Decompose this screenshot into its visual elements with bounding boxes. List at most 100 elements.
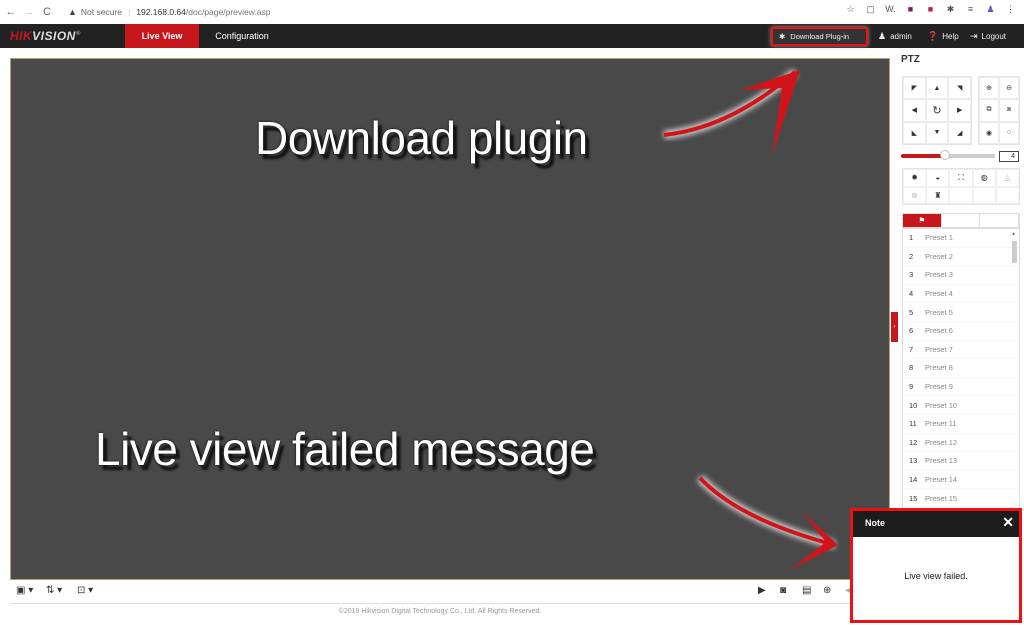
empty-slot bbox=[949, 186, 973, 204]
tab-patrol[interactable] bbox=[942, 214, 981, 227]
panel-collapse-handle[interactable]: › bbox=[891, 312, 898, 342]
pan-up-right-button[interactable]: ◥ bbox=[948, 77, 971, 100]
preset-number: 7 bbox=[909, 344, 914, 354]
ptz-tabs: ⚑ bbox=[902, 213, 1020, 228]
live-view-toolbar: ▣ ▾ ⇅ ▾ ⊡ ▾ ▶ ◙ ▤ ⊕ ◂ bbox=[10, 582, 890, 604]
preset-number: 1 bbox=[909, 233, 914, 243]
preset-item[interactable]: 3 Preset 3 bbox=[903, 266, 1019, 285]
preset-number: 12 bbox=[909, 437, 918, 447]
preset-label: Preset 12 bbox=[925, 437, 958, 447]
wiper-icon[interactable]: ◒ bbox=[926, 169, 950, 187]
note-title: Note bbox=[865, 518, 885, 528]
note-dialog: Note ✕ Live view failed. bbox=[850, 508, 1022, 623]
record-icon[interactable]: ▤ bbox=[802, 585, 811, 596]
preset-item[interactable]: 7 Preset 7 bbox=[903, 341, 1019, 360]
preset-item[interactable]: 13 Preset 13 bbox=[903, 452, 1019, 471]
preset-item[interactable]: 1 Preset 1 bbox=[903, 229, 1019, 248]
preset-number: 6 bbox=[909, 326, 914, 336]
stream-type-button[interactable]: ⇅ ▾ bbox=[46, 585, 62, 596]
preset-number: 5 bbox=[909, 307, 914, 317]
preset-number: 10 bbox=[909, 400, 918, 410]
preset-item[interactable]: 10 Preset 10 bbox=[903, 396, 1019, 415]
preset-number: 3 bbox=[909, 270, 914, 280]
focus-near-button[interactable]: ⧉ bbox=[979, 99, 999, 122]
preset-item[interactable]: 6 Preset 6 bbox=[903, 322, 1019, 341]
ptz-direction-pad: ◤ ▲ ◥ ◀ ↻ ▶ ◣ ▼ ◢ bbox=[902, 76, 972, 145]
preset-item[interactable]: 12 Preset 12 bbox=[903, 434, 1019, 453]
preset-number: 8 bbox=[909, 363, 914, 373]
preset-item[interactable]: 8 Preset 8 bbox=[903, 359, 1019, 378]
pan-down-right-button[interactable]: ◢ bbox=[948, 121, 971, 144]
preset-label: Preset 11 bbox=[925, 419, 957, 429]
preset-label: Preset 10 bbox=[925, 400, 958, 410]
play-button[interactable]: ▶ bbox=[758, 585, 766, 596]
preset-label: Preset 1 bbox=[925, 233, 953, 243]
preset-item[interactable]: 5 Preset 5 bbox=[903, 303, 1019, 322]
auto-pan-button[interactable]: ↻ bbox=[925, 99, 949, 122]
scrollbar-thumb[interactable] bbox=[1012, 241, 1017, 263]
close-icon[interactable]: ✕ bbox=[1002, 514, 1014, 531]
preset-label: Preset 13 bbox=[925, 456, 958, 466]
plugin-type-button[interactable]: ⊡ ▾ bbox=[77, 585, 93, 596]
preset-item[interactable]: 9 Preset 9 bbox=[903, 378, 1019, 397]
preset-item[interactable]: 2 Preset 2 bbox=[903, 248, 1019, 267]
preset-label: Preset 15 bbox=[925, 493, 958, 503]
park-icon[interactable]: ♜ bbox=[926, 186, 950, 204]
digital-zoom-icon[interactable]: ⊕ bbox=[823, 585, 831, 596]
preset-item[interactable]: 14 Preset 14 bbox=[903, 471, 1019, 490]
note-header: Note ✕ bbox=[853, 511, 1019, 537]
preset-number: 13 bbox=[909, 456, 918, 466]
manual-tracking-icon[interactable]: ⊗ bbox=[903, 186, 927, 204]
light-icon[interactable]: ✹ bbox=[903, 169, 927, 187]
iris-close-button[interactable]: ○ bbox=[999, 121, 1019, 144]
pan-right-button[interactable]: ▶ bbox=[948, 99, 971, 122]
ptz-speed-slider[interactable] bbox=[901, 150, 995, 160]
preset-label: Preset 7 bbox=[925, 344, 953, 354]
focus-far-button[interactable]: ⧈ bbox=[999, 99, 1019, 122]
tab-pattern[interactable] bbox=[980, 214, 1020, 227]
preset-label: Preset 8 bbox=[925, 363, 953, 373]
ptz-function-buttons: ✹ ◒ ⛶ ◍ ◬ ⊗ ♜ bbox=[902, 168, 1020, 205]
3d-zoom-icon[interactable]: ◬ bbox=[995, 169, 1019, 187]
pan-down-left-button[interactable]: ◣ bbox=[903, 121, 926, 144]
preset-item[interactable]: 4 Preset 4 bbox=[903, 285, 1019, 304]
preset-label: Preset 9 bbox=[925, 382, 953, 392]
empty-slot bbox=[995, 186, 1019, 204]
arrow-shaft-bottom bbox=[698, 476, 836, 547]
preset-number: 4 bbox=[909, 289, 914, 299]
ptz-speed-value: 4 bbox=[999, 151, 1019, 162]
preset-number: 11 bbox=[909, 419, 917, 429]
window-layout-button[interactable]: ▣ ▾ bbox=[16, 585, 33, 596]
preset-item[interactable]: 11 Preset 11 bbox=[903, 415, 1019, 434]
iris-open-button[interactable]: ◉ bbox=[979, 121, 999, 144]
zoom-in-button[interactable]: ⊕ bbox=[979, 77, 999, 100]
copyright-footer: ©2019 Hikvision Digital Technology Co., … bbox=[338, 608, 542, 615]
ptz-title: PTZ bbox=[901, 54, 920, 65]
pan-down-button[interactable]: ▼ bbox=[925, 121, 949, 144]
pan-up-button[interactable]: ▲ bbox=[925, 77, 949, 100]
auxiliary-focus-icon[interactable]: ⛶ bbox=[949, 169, 973, 187]
preset-label: Preset 6 bbox=[925, 326, 953, 336]
ptz-lens-controls: ⊕ ⊖ ⧉ ⧈ ◉ ○ bbox=[978, 76, 1020, 145]
preset-number: 9 bbox=[909, 382, 914, 392]
preset-number: 15 bbox=[909, 493, 918, 503]
tab-presets[interactable]: ⚑ bbox=[903, 214, 942, 227]
preset-label: Preset 4 bbox=[925, 289, 953, 299]
preset-number: 2 bbox=[909, 251, 914, 261]
pan-left-button[interactable]: ◀ bbox=[903, 99, 926, 122]
preset-label: Preset 14 bbox=[925, 475, 958, 485]
arrow-head bbox=[740, 70, 800, 155]
note-message: Live view failed. bbox=[904, 571, 968, 581]
preset-label: Preset 3 bbox=[925, 270, 953, 280]
lens-init-icon[interactable]: ◍ bbox=[972, 169, 996, 187]
preset-number: 14 bbox=[909, 475, 918, 485]
empty-slot bbox=[972, 186, 996, 204]
preset-label: Preset 2 bbox=[925, 251, 953, 261]
pan-up-left-button[interactable]: ◤ bbox=[903, 77, 926, 100]
zoom-out-button[interactable]: ⊖ bbox=[999, 77, 1019, 100]
scroll-up-icon[interactable]: ▲ bbox=[1011, 231, 1016, 237]
preset-item[interactable]: 15 Preset 15 bbox=[903, 489, 1019, 508]
capture-icon[interactable]: ◙ bbox=[780, 585, 786, 596]
slider-fill bbox=[901, 154, 946, 158]
slider-handle[interactable] bbox=[940, 150, 951, 160]
